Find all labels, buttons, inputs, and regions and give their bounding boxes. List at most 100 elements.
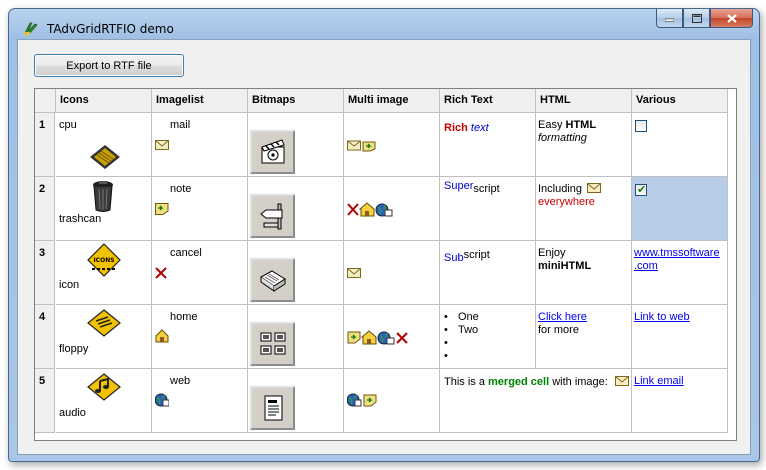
merged-cell[interactable]: This is a merged cell with image: [440, 369, 632, 433]
mail-icon [155, 140, 169, 150]
list-item [444, 337, 479, 350]
table-cell[interactable]: Enjoy miniHTML [536, 241, 632, 305]
trashcan-icon [93, 181, 113, 212]
table-cell[interactable]: ICONS icon [56, 241, 152, 305]
table-cell[interactable] [344, 369, 440, 433]
warning-sign-icon: ICONS [87, 243, 121, 277]
multi-image-icons [347, 393, 377, 407]
bitmap-button[interactable] [250, 386, 295, 430]
row-number[interactable]: 3 [35, 241, 55, 305]
col-header-bitmaps[interactable]: Bitmaps [248, 89, 344, 113]
rich-text-bold: Rich [444, 122, 468, 134]
imagelist-label: cancel [170, 247, 202, 259]
col-header-multi-image[interactable]: Multi image [344, 89, 440, 113]
minimize-button[interactable] [656, 9, 683, 28]
audio-icon [87, 373, 121, 401]
table-cell[interactable]: cancel [152, 241, 248, 305]
table-cell[interactable]: Link to web [632, 305, 728, 369]
table-cell[interactable] [248, 305, 344, 369]
bitmap-button[interactable] [250, 194, 295, 238]
imagelist-label: mail [170, 119, 191, 131]
html-text: for more [538, 324, 579, 336]
row-number[interactable]: 2 [35, 177, 55, 241]
svg-text:ICONS: ICONS [93, 257, 114, 264]
close-button[interactable] [710, 9, 753, 28]
table-cell[interactable] [248, 369, 344, 433]
window-title: TAdvGridRTFIO demo [47, 22, 174, 36]
table-cell[interactable]: Link email [632, 369, 728, 433]
click-here-link[interactable]: Click here [538, 311, 587, 323]
web-icon [155, 393, 169, 407]
col-header-html[interactable]: HTML [536, 89, 632, 113]
checkbox-checked[interactable]: ✔ [635, 184, 647, 196]
link-to-web[interactable]: Link to web [634, 311, 690, 323]
merged-bold-text: merged cell [488, 376, 550, 388]
table-cell[interactable]: note [152, 177, 248, 241]
col-header-icons[interactable]: Icons [56, 89, 152, 113]
html-text: Including [538, 183, 583, 195]
table-cell[interactable]: audio [56, 369, 152, 433]
table-cell[interactable]: web [152, 369, 248, 433]
close-icon [726, 13, 737, 23]
mail-icon [587, 183, 602, 194]
bitmap-button[interactable] [250, 130, 295, 174]
website-link-cont[interactable]: .com [634, 260, 658, 272]
table-cell[interactable] [344, 177, 440, 241]
table-cell[interactable]: Subscript [440, 241, 536, 305]
mail-icon [347, 268, 361, 278]
rich-text: script [473, 183, 500, 195]
icon-label: floppy [59, 343, 89, 355]
link-email[interactable]: Link email [634, 375, 684, 387]
table-cell[interactable]: Click here for more [536, 305, 632, 369]
export-rtf-button[interactable]: Export to RTF file [34, 54, 184, 77]
table-cell[interactable] [632, 113, 728, 177]
col-header-rich-text[interactable]: Rich Text [440, 89, 536, 113]
minimize-icon [665, 18, 674, 22]
table-cell[interactable] [344, 113, 440, 177]
table-cell[interactable]: cpu [56, 113, 152, 177]
html-bold-text: HTML [565, 119, 597, 131]
col-header-imagelist[interactable]: Imagelist [152, 89, 248, 113]
table-cell-selected[interactable]: ✔ [632, 177, 728, 241]
table-cell[interactable]: Easy HTML formatting [536, 113, 632, 177]
table-cell[interactable]: mail [152, 113, 248, 177]
table-cell[interactable] [344, 241, 440, 305]
cpu-icon [90, 145, 120, 169]
table-cell[interactable] [248, 113, 344, 177]
row-number[interactable]: 5 [35, 369, 55, 433]
table-cell[interactable]: Superscript [440, 177, 536, 241]
app-icon [24, 22, 38, 35]
table-cell[interactable]: trashcan [56, 177, 152, 241]
html-italic-text: formatting [538, 132, 587, 144]
icon-label: cpu [59, 119, 77, 131]
list-item: Two [444, 324, 479, 337]
website-link[interactable]: www.tmssoftware [634, 247, 720, 259]
checkbox[interactable] [635, 120, 647, 132]
app-window: TAdvGridRTFIO demo Export to RTF file Ic… [8, 8, 760, 462]
multi-image-icons [347, 330, 408, 345]
table-cell[interactable] [248, 177, 344, 241]
table-cell[interactable] [248, 241, 344, 305]
maximize-button[interactable] [683, 9, 710, 28]
row-number[interactable]: 4 [35, 305, 55, 369]
document-icon [264, 395, 282, 421]
col-header-various[interactable]: Various [632, 89, 728, 113]
table-cell[interactable]: One Two [440, 305, 536, 369]
merged-text: This is a [444, 376, 489, 388]
row-number[interactable]: 1 [35, 113, 55, 177]
table-cell[interactable]: Including everywhere [536, 177, 632, 241]
table-cell[interactable] [344, 305, 440, 369]
table-cell[interactable]: floppy [56, 305, 152, 369]
rich-text: script [463, 249, 490, 261]
grid-corner [35, 89, 56, 113]
icon-label: icon [59, 279, 80, 291]
bitmap-button[interactable] [250, 322, 295, 366]
bitmap-button[interactable] [250, 258, 295, 302]
advanced-grid[interactable]: Icons Imagelist Bitmaps Multi image Rich… [34, 88, 737, 441]
table-cell[interactable]: www.tmssoftware .com [632, 241, 728, 305]
table-cell[interactable]: Rich text [440, 113, 536, 177]
client-area: Export to RTF file Icons Imagelist Bitma… [17, 39, 751, 455]
imagelist-label: home [170, 311, 198, 323]
title-bar[interactable]: TAdvGridRTFIO demo [9, 9, 759, 39]
table-cell[interactable]: home [152, 305, 248, 369]
